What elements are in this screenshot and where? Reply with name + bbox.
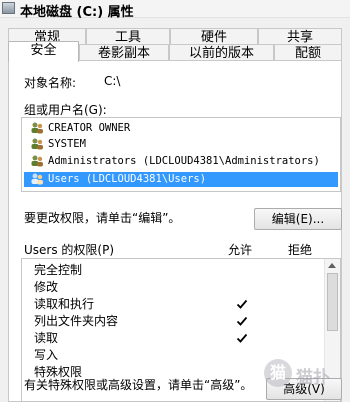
list-item[interactable]: Administrators (LDCLOUD4381\Administrato… xyxy=(24,154,338,169)
allow-check-icon xyxy=(236,299,248,309)
allow-check-icon xyxy=(236,316,248,326)
deny-header: 拒绝 xyxy=(288,243,313,257)
object-name-label: 对象名称: xyxy=(24,76,77,90)
user-name: Users (LDCLOUD4381\Users) xyxy=(48,173,207,185)
groups-label: 组或用户名(G): xyxy=(24,103,107,117)
edit-button[interactable]: 编辑(E)... xyxy=(254,208,342,230)
user-group-icon xyxy=(31,173,43,185)
edit-hint: 要更改权限，请单击“编辑”。 xyxy=(24,211,181,225)
tab-security[interactable]: 安全 xyxy=(8,41,79,62)
object-name-value: C:\ xyxy=(104,74,121,88)
allow-header: 允许 xyxy=(228,243,253,257)
watermark-logo-icon: 猫 xyxy=(264,359,292,387)
groups-listbox[interactable]: CREATOR OWNER SYSTEM Administrators (LDC… xyxy=(21,117,341,192)
user-group-icon xyxy=(31,138,43,150)
watermark-text: 猫扑 xyxy=(296,368,330,388)
list-item[interactable]: SYSTEM xyxy=(24,137,338,152)
permission-write: 写入 xyxy=(34,348,59,362)
allow-check-icon xyxy=(236,333,248,343)
user-group-icon xyxy=(31,155,43,167)
title-bar[interactable]: 本地磁盘 (C:) 属性 xyxy=(0,0,350,20)
permission-modify: 修改 xyxy=(34,280,59,294)
user-name: SYSTEM xyxy=(48,138,86,150)
permissions-title: Users 的权限(P) xyxy=(24,243,115,257)
permission-list-folder: 列出文件夹内容 xyxy=(34,314,119,328)
permission-read: 读取 xyxy=(34,331,59,345)
user-group-icon xyxy=(31,122,43,134)
scroll-thumb[interactable] xyxy=(327,273,338,331)
list-item[interactable]: CREATOR OWNER xyxy=(24,121,338,136)
user-name: CREATOR OWNER xyxy=(48,122,131,134)
list-item-selected[interactable]: Users (LDCLOUD4381\Users) xyxy=(24,172,338,187)
drive-icon xyxy=(2,2,15,14)
advanced-hint: 有关特殊权限或高级设置，请单击“高级”。 xyxy=(24,378,253,392)
window-title: 本地磁盘 (C:) 属性 xyxy=(20,5,134,20)
watermark: 猫 猫扑 xyxy=(264,357,350,402)
permission-full-control: 完全控制 xyxy=(34,263,83,277)
permission-read-execute: 读取和执行 xyxy=(34,297,95,311)
user-name: Administrators (LDCLOUD4381\Administrato… xyxy=(48,155,320,167)
scroll-up-icon[interactable] xyxy=(328,263,336,268)
